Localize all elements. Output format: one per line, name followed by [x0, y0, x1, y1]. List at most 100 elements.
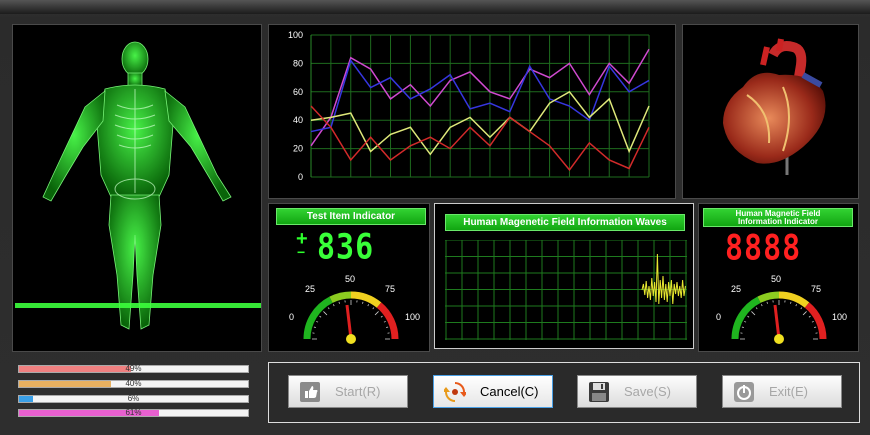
exit-button-label: Exit(E): [769, 384, 808, 399]
series-line-1: [310, 58, 650, 133]
gauge-hub: [774, 334, 784, 344]
heart-panel: [682, 24, 859, 199]
gauge-label-0: 0: [289, 312, 295, 322]
info-indicator-title-line2: Information Indicator: [738, 217, 818, 226]
gauge-tick: [760, 304, 763, 307]
progress-bar-0: 49%: [18, 364, 249, 373]
gauge-arc-segment: [804, 302, 827, 340]
y-tick-label: 40: [293, 115, 303, 125]
y-tick-label: 80: [293, 58, 303, 68]
led-sign-minus: −: [297, 244, 306, 260]
gauge-tick: [332, 304, 335, 307]
gauge-tick: [383, 320, 386, 323]
gauge-needle: [345, 304, 353, 340]
y-tick-label: 60: [293, 87, 303, 97]
line-chart-panel: 0 20 40 60 80 100: [268, 24, 676, 199]
test-item-panel: Test Item Indicator + − 836 0 25 50 75 1…: [268, 203, 430, 352]
gauge-tick: [766, 301, 768, 304]
gauge-tick: [790, 301, 792, 304]
series-line-3: [310, 105, 650, 172]
title-bar: [0, 0, 870, 14]
info-indicator-title: Human Magnetic Field Information Indicat…: [703, 208, 853, 227]
gauge-tick: [380, 315, 383, 318]
gauge-tick: [811, 320, 814, 323]
test-item-display: 836: [317, 227, 375, 268]
gauge-tick: [372, 307, 375, 310]
gauge-arc-segment: [778, 291, 810, 308]
info-indicator-gauge: [731, 291, 827, 344]
series-line-2: [310, 90, 650, 156]
gauge-hub: [346, 334, 356, 344]
y-tick-label: 100: [288, 30, 303, 40]
cancel-button[interactable]: Cancel(C): [433, 375, 553, 408]
gauge-needle: [773, 304, 781, 340]
test-item-title: Test Item Indicator: [276, 208, 426, 225]
gauge-label-25: 25: [731, 284, 742, 294]
heart-image: [723, 38, 826, 175]
gauge-label-0: 0: [716, 312, 722, 322]
gauge-tick: [323, 311, 328, 316]
gauge-tick: [313, 326, 316, 328]
progress-label: 61%: [125, 408, 142, 417]
test-item-gauge: [303, 291, 399, 344]
gauge-label-50: 50: [345, 274, 356, 284]
gauge-label-50: 50: [771, 274, 782, 284]
gauge-tick: [751, 311, 756, 316]
floppy-disk-icon: [588, 381, 610, 403]
refresh-icon: [444, 381, 466, 403]
gauge-tick: [327, 307, 330, 310]
gauge-label-75: 75: [811, 284, 822, 294]
cancel-button-label: Cancel(C): [480, 384, 539, 399]
gauge-tick: [338, 301, 340, 304]
gauge-tick: [374, 311, 379, 316]
gauge-tick: [367, 304, 370, 307]
gauge-tick: [386, 326, 389, 328]
gauge-arc-segment: [350, 291, 382, 308]
progress-bar-2: 6%: [18, 394, 249, 403]
waves-grid: [445, 240, 687, 340]
body-scan-panel: [12, 24, 262, 352]
gauge-tick: [362, 301, 364, 304]
gauge-tick: [747, 315, 750, 318]
gauge-tick: [741, 326, 744, 328]
gauge-label-100: 100: [405, 312, 421, 322]
progress-bar-3: 61%: [18, 408, 249, 417]
gauge-tick: [814, 326, 817, 328]
progress-label: 49%: [125, 364, 142, 373]
info-indicator-display: 8888: [725, 228, 802, 269]
gauge-label-25: 25: [305, 284, 316, 294]
gauge-tick: [795, 304, 798, 307]
gauge-arc-segment: [303, 296, 333, 340]
y-tick-label: 20: [293, 144, 303, 154]
y-tick-label: 0: [298, 172, 303, 182]
info-indicator-panel: Human Magnetic Field Information Indicat…: [698, 203, 859, 352]
gauge-tick: [319, 315, 322, 318]
waves-panel: Human Magenetic Field Information Waves: [434, 203, 694, 349]
save-button-label: Save(S): [624, 384, 671, 399]
waves-title: Human Magenetic Field Information Waves: [445, 214, 685, 231]
gauge-label-75: 75: [385, 284, 396, 294]
thumbs-up-icon: [299, 381, 321, 403]
gauge-tick: [802, 311, 807, 316]
start-button[interactable]: Start(R): [288, 375, 408, 408]
progress-bar-1: 40%: [18, 379, 249, 388]
gauge-tick: [808, 315, 811, 318]
gauge-arc-segment: [376, 302, 399, 340]
line-chart: 0 20 40 60 80 100: [288, 30, 650, 182]
progress-label: 40%: [125, 379, 142, 388]
wave-signal: [641, 253, 686, 305]
save-button[interactable]: Save(S): [577, 375, 697, 408]
power-icon: [733, 381, 755, 403]
gauge-label-100: 100: [832, 312, 848, 322]
gauge-tick: [800, 307, 803, 310]
gauge-tick: [744, 320, 747, 323]
gauge-tick: [316, 320, 319, 323]
gauge-tick: [755, 307, 758, 310]
start-button-label: Start(R): [335, 384, 381, 399]
human-body-image: [15, 41, 261, 330]
gauge-arc-segment: [757, 291, 780, 303]
exit-button[interactable]: Exit(E): [722, 375, 842, 408]
gauge-arc-segment: [731, 296, 761, 340]
progress-label: 6%: [127, 394, 140, 403]
gauge-arc-segment: [329, 291, 352, 303]
